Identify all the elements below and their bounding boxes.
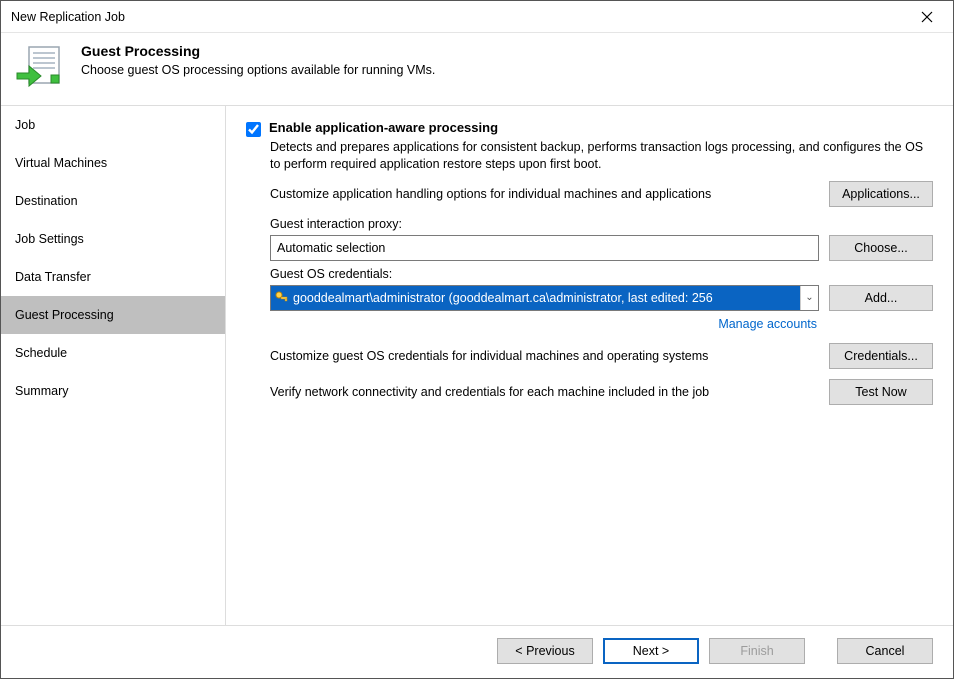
header-text: Guest Processing Choose guest OS process… xyxy=(81,43,435,77)
previous-button[interactable]: < Previous xyxy=(497,638,593,664)
proxy-value: Automatic selection xyxy=(277,241,385,255)
proxy-label: Guest interaction proxy: xyxy=(270,217,933,231)
credentials-value: gooddealmart\administrator (gooddealmart… xyxy=(293,291,713,305)
sidebar-item-label: Summary xyxy=(15,384,68,398)
guest-processing-icon xyxy=(15,43,63,91)
close-icon xyxy=(921,11,933,23)
wizard-sidebar: Job Virtual Machines Destination Job Set… xyxy=(1,106,226,625)
key-icon xyxy=(275,291,289,305)
verify-label: Verify network connectivity and credenti… xyxy=(270,385,819,399)
page-subtitle: Choose guest OS processing options avail… xyxy=(81,63,435,77)
sidebar-item-label: Data Transfer xyxy=(15,270,91,284)
page-title: Guest Processing xyxy=(81,43,435,59)
sidebar-item-schedule[interactable]: Schedule xyxy=(1,334,225,372)
cancel-button[interactable]: Cancel xyxy=(837,638,933,664)
header: Guest Processing Choose guest OS process… xyxy=(1,33,953,105)
sidebar-item-summary[interactable]: Summary xyxy=(1,372,225,410)
sidebar-item-label: Guest Processing xyxy=(15,308,114,322)
enable-description: Detects and prepares applications for co… xyxy=(270,139,933,173)
sidebar-item-label: Job Settings xyxy=(15,232,84,246)
sidebar-item-label: Destination xyxy=(15,194,78,208)
titlebar: New Replication Job xyxy=(1,1,953,33)
chevron-down-icon[interactable]: ⌄ xyxy=(800,286,818,310)
sidebar-item-job[interactable]: Job xyxy=(1,106,225,144)
enable-app-aware-label: Enable application-aware processing xyxy=(269,120,498,135)
applications-button[interactable]: Applications... xyxy=(829,181,933,207)
choose-proxy-button[interactable]: Choose... xyxy=(829,235,933,261)
customize-creds-label: Customize guest OS credentials for indiv… xyxy=(270,349,819,363)
proxy-field[interactable]: Automatic selection xyxy=(270,235,819,261)
sidebar-item-destination[interactable]: Destination xyxy=(1,182,225,220)
sidebar-item-data-transfer[interactable]: Data Transfer xyxy=(1,258,225,296)
dialog-window: New Replication Job Guest Processing Cho… xyxy=(0,0,954,679)
sidebar-item-label: Schedule xyxy=(15,346,67,360)
sidebar-item-label: Job xyxy=(15,118,35,132)
credentials-button[interactable]: Credentials... xyxy=(829,343,933,369)
test-now-button[interactable]: Test Now xyxy=(829,379,933,405)
credentials-selected: gooddealmart\administrator (gooddealmart… xyxy=(271,286,800,310)
footer: < Previous Next > Finish Cancel xyxy=(1,625,953,678)
credentials-combo[interactable]: gooddealmart\administrator (gooddealmart… xyxy=(270,285,819,311)
next-button[interactable]: Next > xyxy=(603,638,699,664)
sidebar-item-virtual-machines[interactable]: Virtual Machines xyxy=(1,144,225,182)
finish-button: Finish xyxy=(709,638,805,664)
body: Job Virtual Machines Destination Job Set… xyxy=(1,105,953,625)
close-button[interactable] xyxy=(907,3,947,31)
add-credentials-button[interactable]: Add... xyxy=(829,285,933,311)
customize-apps-label: Customize application handling options f… xyxy=(270,187,819,201)
credentials-label: Guest OS credentials: xyxy=(270,267,933,281)
content-panel: Enable application-aware processing Dete… xyxy=(226,106,953,625)
manage-accounts-link[interactable]: Manage accounts xyxy=(270,317,817,331)
sidebar-item-job-settings[interactable]: Job Settings xyxy=(1,220,225,258)
sidebar-item-label: Virtual Machines xyxy=(15,156,107,170)
window-title: New Replication Job xyxy=(11,10,907,24)
sidebar-item-guest-processing[interactable]: Guest Processing xyxy=(1,296,225,334)
enable-app-aware-checkbox[interactable] xyxy=(246,122,261,137)
